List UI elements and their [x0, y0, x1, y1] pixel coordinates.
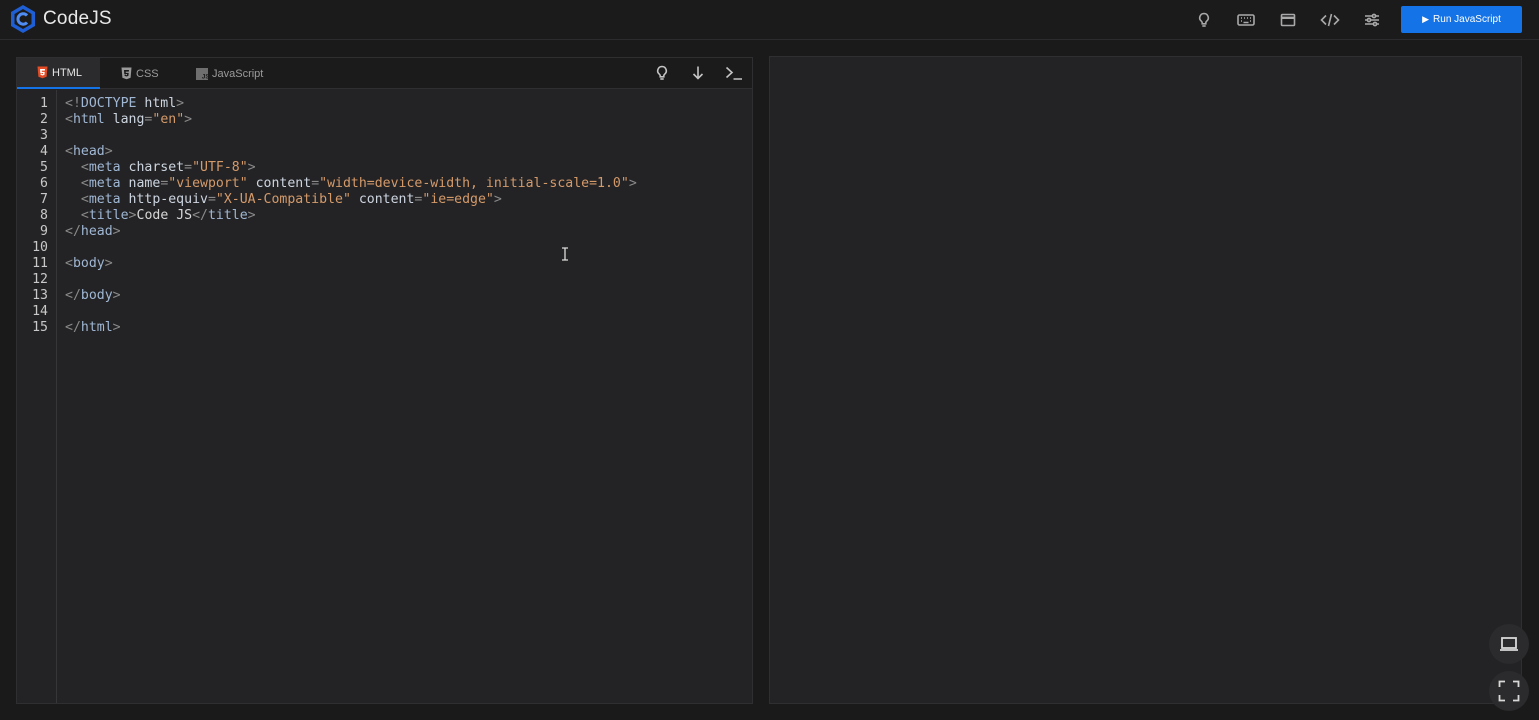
html5-icon: [36, 66, 48, 79]
code-line: <meta name="viewport" content="width=dev…: [80, 176, 637, 191]
line-number: 6: [40, 176, 48, 191]
code-line: </html>: [65, 320, 121, 335]
line-number: 7: [40, 192, 48, 207]
run-button-label: Run JavaScript: [1433, 14, 1501, 25]
preview-panel[interactable]: [769, 56, 1522, 704]
tab-javascript-label: JavaScript: [212, 67, 264, 80]
fullscreen-button[interactable]: [1489, 671, 1529, 711]
lightbulb-icon[interactable]: [650, 63, 674, 83]
tab-html-label: HTML: [52, 66, 82, 79]
text-cursor-icon: [562, 247, 568, 261]
tab-javascript[interactable]: JS JavaScript: [196, 58, 286, 89]
line-number: 2: [40, 112, 48, 127]
keyboard-icon[interactable]: [1232, 10, 1260, 30]
code-line: </body>: [65, 288, 121, 303]
window-icon[interactable]: [1274, 10, 1302, 30]
header-toolbar: [1190, 10, 1400, 30]
line-number: 13: [32, 288, 48, 303]
code-line: <meta charset="UTF-8">: [80, 160, 256, 175]
line-number: 15: [32, 320, 48, 335]
svg-text:JS: JS: [202, 73, 208, 80]
app-name: CodeJS: [43, 8, 112, 29]
play-icon: ▶: [1422, 14, 1430, 24]
line-number: 5: [40, 160, 48, 175]
code-line: <!DOCTYPE html>: [65, 96, 185, 111]
code-line: <body>: [65, 256, 113, 271]
laptop-icon: [1500, 637, 1518, 651]
code-line: <html lang="en">: [65, 112, 193, 127]
top-bar: CodeJS ▶ Run JavaScript: [0, 0, 1539, 40]
line-number: 10: [32, 240, 48, 255]
line-number: 14: [32, 304, 48, 319]
fullscreen-icon: [1498, 680, 1520, 702]
code-icon[interactable]: [1316, 10, 1344, 30]
terminal-icon[interactable]: [722, 63, 746, 83]
tab-css[interactable]: CSS: [120, 58, 180, 89]
editor-tab-bar: HTML CSS JS JavaScript: [17, 58, 752, 89]
code-line: </head>: [65, 224, 121, 239]
codejs-logo-icon: [11, 5, 35, 33]
run-javascript-button[interactable]: ▶ Run JavaScript: [1401, 6, 1522, 33]
line-number: 12: [32, 272, 48, 287]
logo[interactable]: CodeJS: [8, 4, 112, 34]
code-line: <meta http-equiv="X-UA-Compatible" conte…: [80, 192, 502, 207]
line-number: 11: [32, 256, 48, 271]
line-number: 4: [40, 144, 48, 159]
line-number: 8: [40, 208, 48, 223]
tab-html[interactable]: HTML: [17, 58, 100, 89]
tab-css-label: CSS: [136, 67, 159, 80]
code-line: <head>: [65, 144, 113, 159]
code-area[interactable]: <!DOCTYPE html> <html lang="en"> <head> …: [65, 96, 637, 336]
line-number: 3: [40, 128, 48, 143]
code-line: <title>Code JS</title>: [80, 208, 256, 223]
editor-tools: [638, 63, 746, 83]
code-editor-panel: HTML CSS JS JavaScript 1 2 3 4 5 6 7 8 9…: [16, 57, 753, 704]
lightbulb-icon[interactable]: [1190, 10, 1218, 30]
js-icon: JS: [196, 67, 208, 80]
line-number: 1: [40, 96, 48, 111]
line-number: 9: [40, 224, 48, 239]
css3-icon: [120, 67, 132, 80]
sliders-icon[interactable]: [1358, 10, 1386, 30]
arrow-down-icon[interactable]: [686, 63, 710, 83]
laptop-view-button[interactable]: [1489, 624, 1529, 664]
